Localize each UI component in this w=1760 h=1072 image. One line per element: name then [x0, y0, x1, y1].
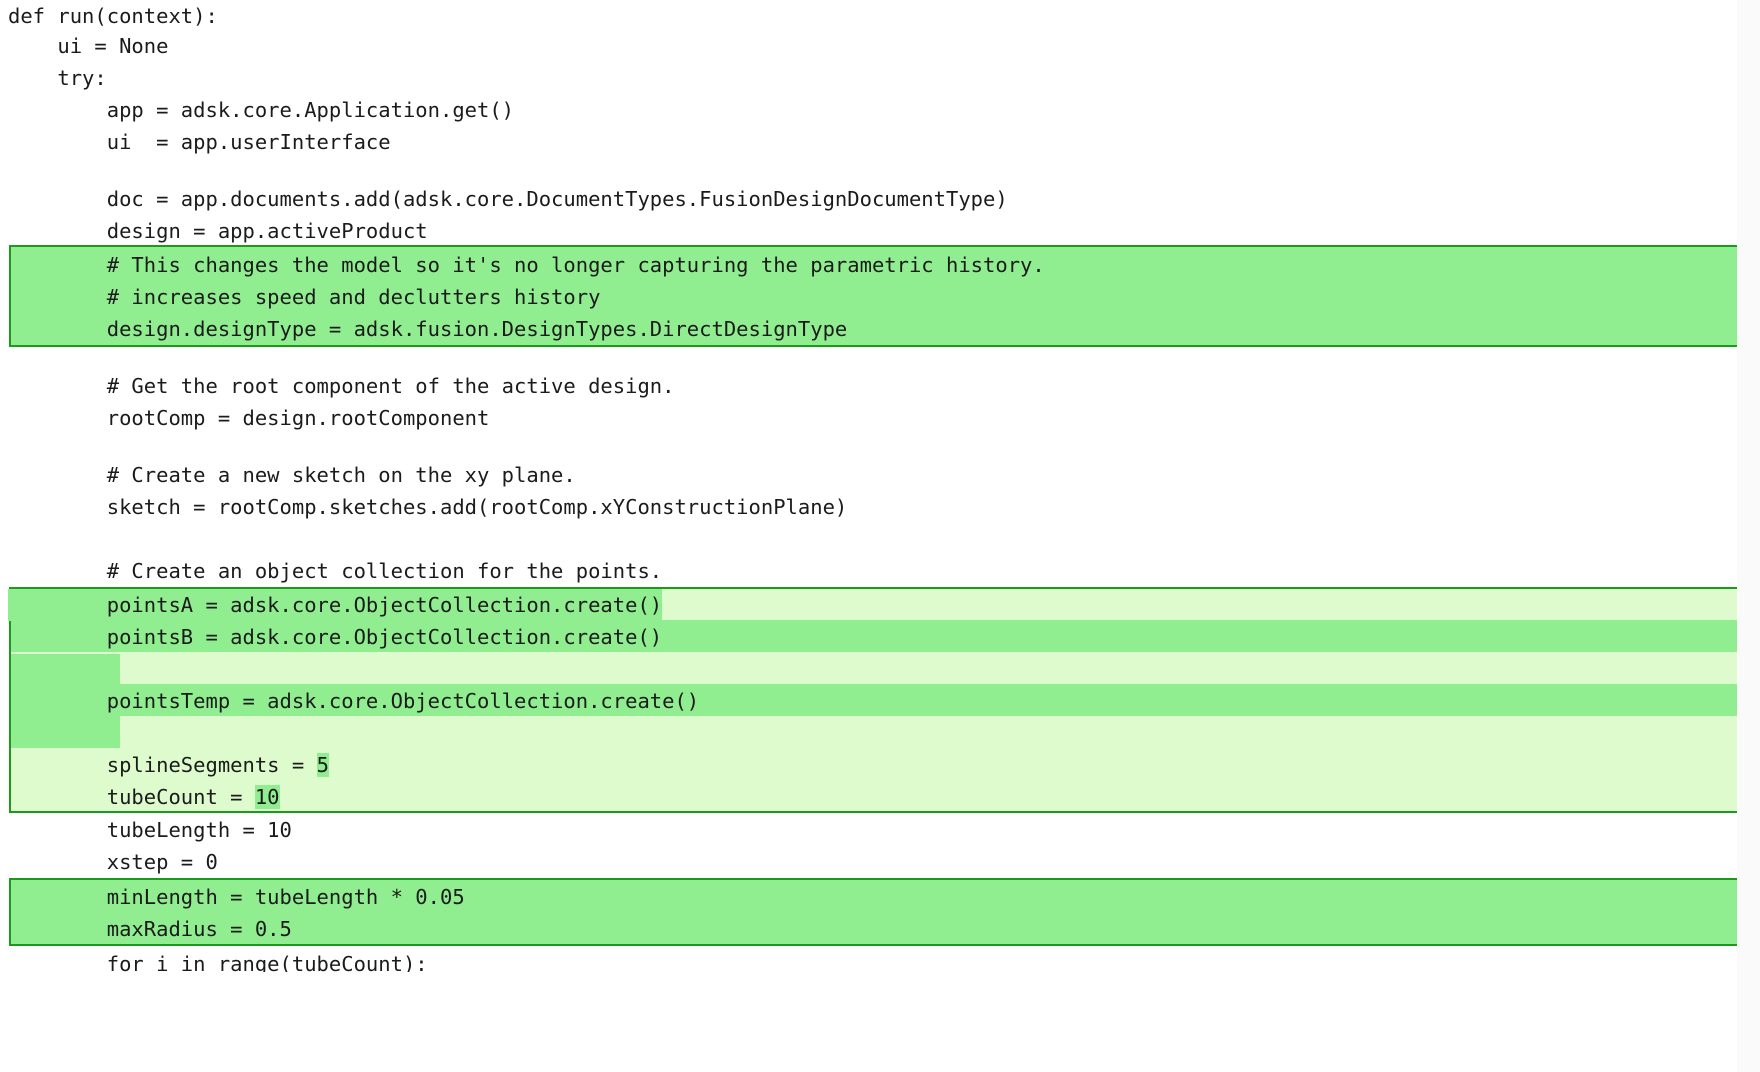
code-line[interactable]: maxRadius = 0.5: [8, 913, 292, 945]
code-line-prefix: tubeCount =: [8, 781, 255, 813]
value-splineSegments: 5: [317, 753, 329, 777]
code-line-text: try:: [8, 62, 107, 94]
code-line-text: # Create a new sketch on the xy plane.: [8, 459, 576, 491]
code-line-text: design = app.activeProduct: [8, 215, 428, 247]
code-line[interactable]: minLength = tubeLength * 0.05: [8, 881, 465, 913]
vertical-scrollbar[interactable]: [1737, 0, 1760, 1072]
code-line-splineSegments[interactable]: splineSegments = 5: [8, 749, 329, 781]
code-line-text: sketch = rootComp.sketches.add(rootComp.…: [8, 491, 847, 523]
code-line[interactable]: ui = app.userInterface: [8, 126, 391, 158]
code-line[interactable]: doc = app.documents.add(adsk.core.Docume…: [8, 183, 1008, 215]
code-line[interactable]: xstep = 0: [8, 846, 218, 878]
code-line-text: # increases speed and declutters history: [8, 281, 600, 313]
code-line-clipped[interactable]: for i in range(tubeCount):: [8, 948, 428, 972]
code-line[interactable]: # Create a new sketch on the xy plane.: [8, 459, 576, 491]
code-line[interactable]: # Create an object collection for the po…: [8, 555, 662, 587]
changed-line-band-blank-1: [11, 654, 120, 686]
code-line[interactable]: tubeLength = 10: [8, 814, 292, 846]
code-line-pointsTemp[interactable]: pointsTemp = adsk.core.ObjectCollection.…: [8, 685, 699, 717]
code-line-tubeCount[interactable]: tubeCount = 10: [8, 781, 280, 813]
code-line[interactable]: # This changes the model so it's no long…: [8, 249, 1045, 281]
code-line[interactable]: design = app.activeProduct: [8, 215, 428, 247]
code-line-text: xstep = 0: [8, 846, 218, 878]
code-line-text: def run(context):: [8, 0, 218, 32]
code-line-text: doc = app.documents.add(adsk.core.Docume…: [8, 183, 1008, 215]
code-line[interactable]: design.designType = adsk.fusion.DesignTy…: [8, 313, 847, 345]
code-line-text: pointsB = adsk.core.ObjectCollection.cre…: [8, 621, 662, 653]
code-line-text: maxRadius = 0.5: [8, 913, 292, 945]
code-line-text: for i in range(tubeCount):: [8, 948, 428, 972]
value-tubeCount: 10: [255, 785, 280, 809]
code-line-prefix: splineSegments =: [8, 749, 317, 781]
code-line-pointsB[interactable]: pointsB = adsk.core.ObjectCollection.cre…: [8, 621, 662, 653]
code-line[interactable]: sketch = rootComp.sketches.add(rootComp.…: [8, 491, 847, 523]
code-line-text: pointsTemp = adsk.core.ObjectCollection.…: [8, 685, 699, 717]
code-line[interactable]: def run(context):: [8, 0, 218, 32]
code-line-text: minLength = tubeLength * 0.05: [8, 881, 465, 913]
code-line[interactable]: app = adsk.core.Application.get(): [8, 94, 514, 126]
code-line-text: # Create an object collection for the po…: [8, 555, 662, 587]
code-line-text: ui = app.userInterface: [8, 126, 391, 158]
changed-line-band-blank-2: [11, 716, 120, 748]
code-line-text: # Get the root component of the active d…: [8, 370, 674, 402]
code-line[interactable]: try:: [8, 62, 107, 94]
code-line-text: design.designType = adsk.fusion.DesignTy…: [8, 313, 847, 345]
code-line[interactable]: # increases speed and declutters history: [8, 281, 600, 313]
code-line[interactable]: ui = None: [8, 30, 168, 62]
code-line-text: app = adsk.core.Application.get(): [8, 94, 514, 126]
code-line-text: rootComp = design.rootComponent: [8, 402, 489, 434]
code-editor[interactable]: def run(context): ui = None try: app = a…: [0, 0, 1760, 1072]
code-line-text: # This changes the model so it's no long…: [8, 249, 1045, 281]
code-line-text: ui = None: [8, 30, 168, 62]
code-line-text: tubeLength = 10: [8, 814, 292, 846]
code-line[interactable]: rootComp = design.rootComponent: [8, 402, 489, 434]
code-line-text: pointsA = adsk.core.ObjectCollection.cre…: [8, 589, 662, 621]
code-line-pointsA[interactable]: pointsA = adsk.core.ObjectCollection.cre…: [8, 589, 662, 621]
code-line[interactable]: # Get the root component of the active d…: [8, 370, 674, 402]
